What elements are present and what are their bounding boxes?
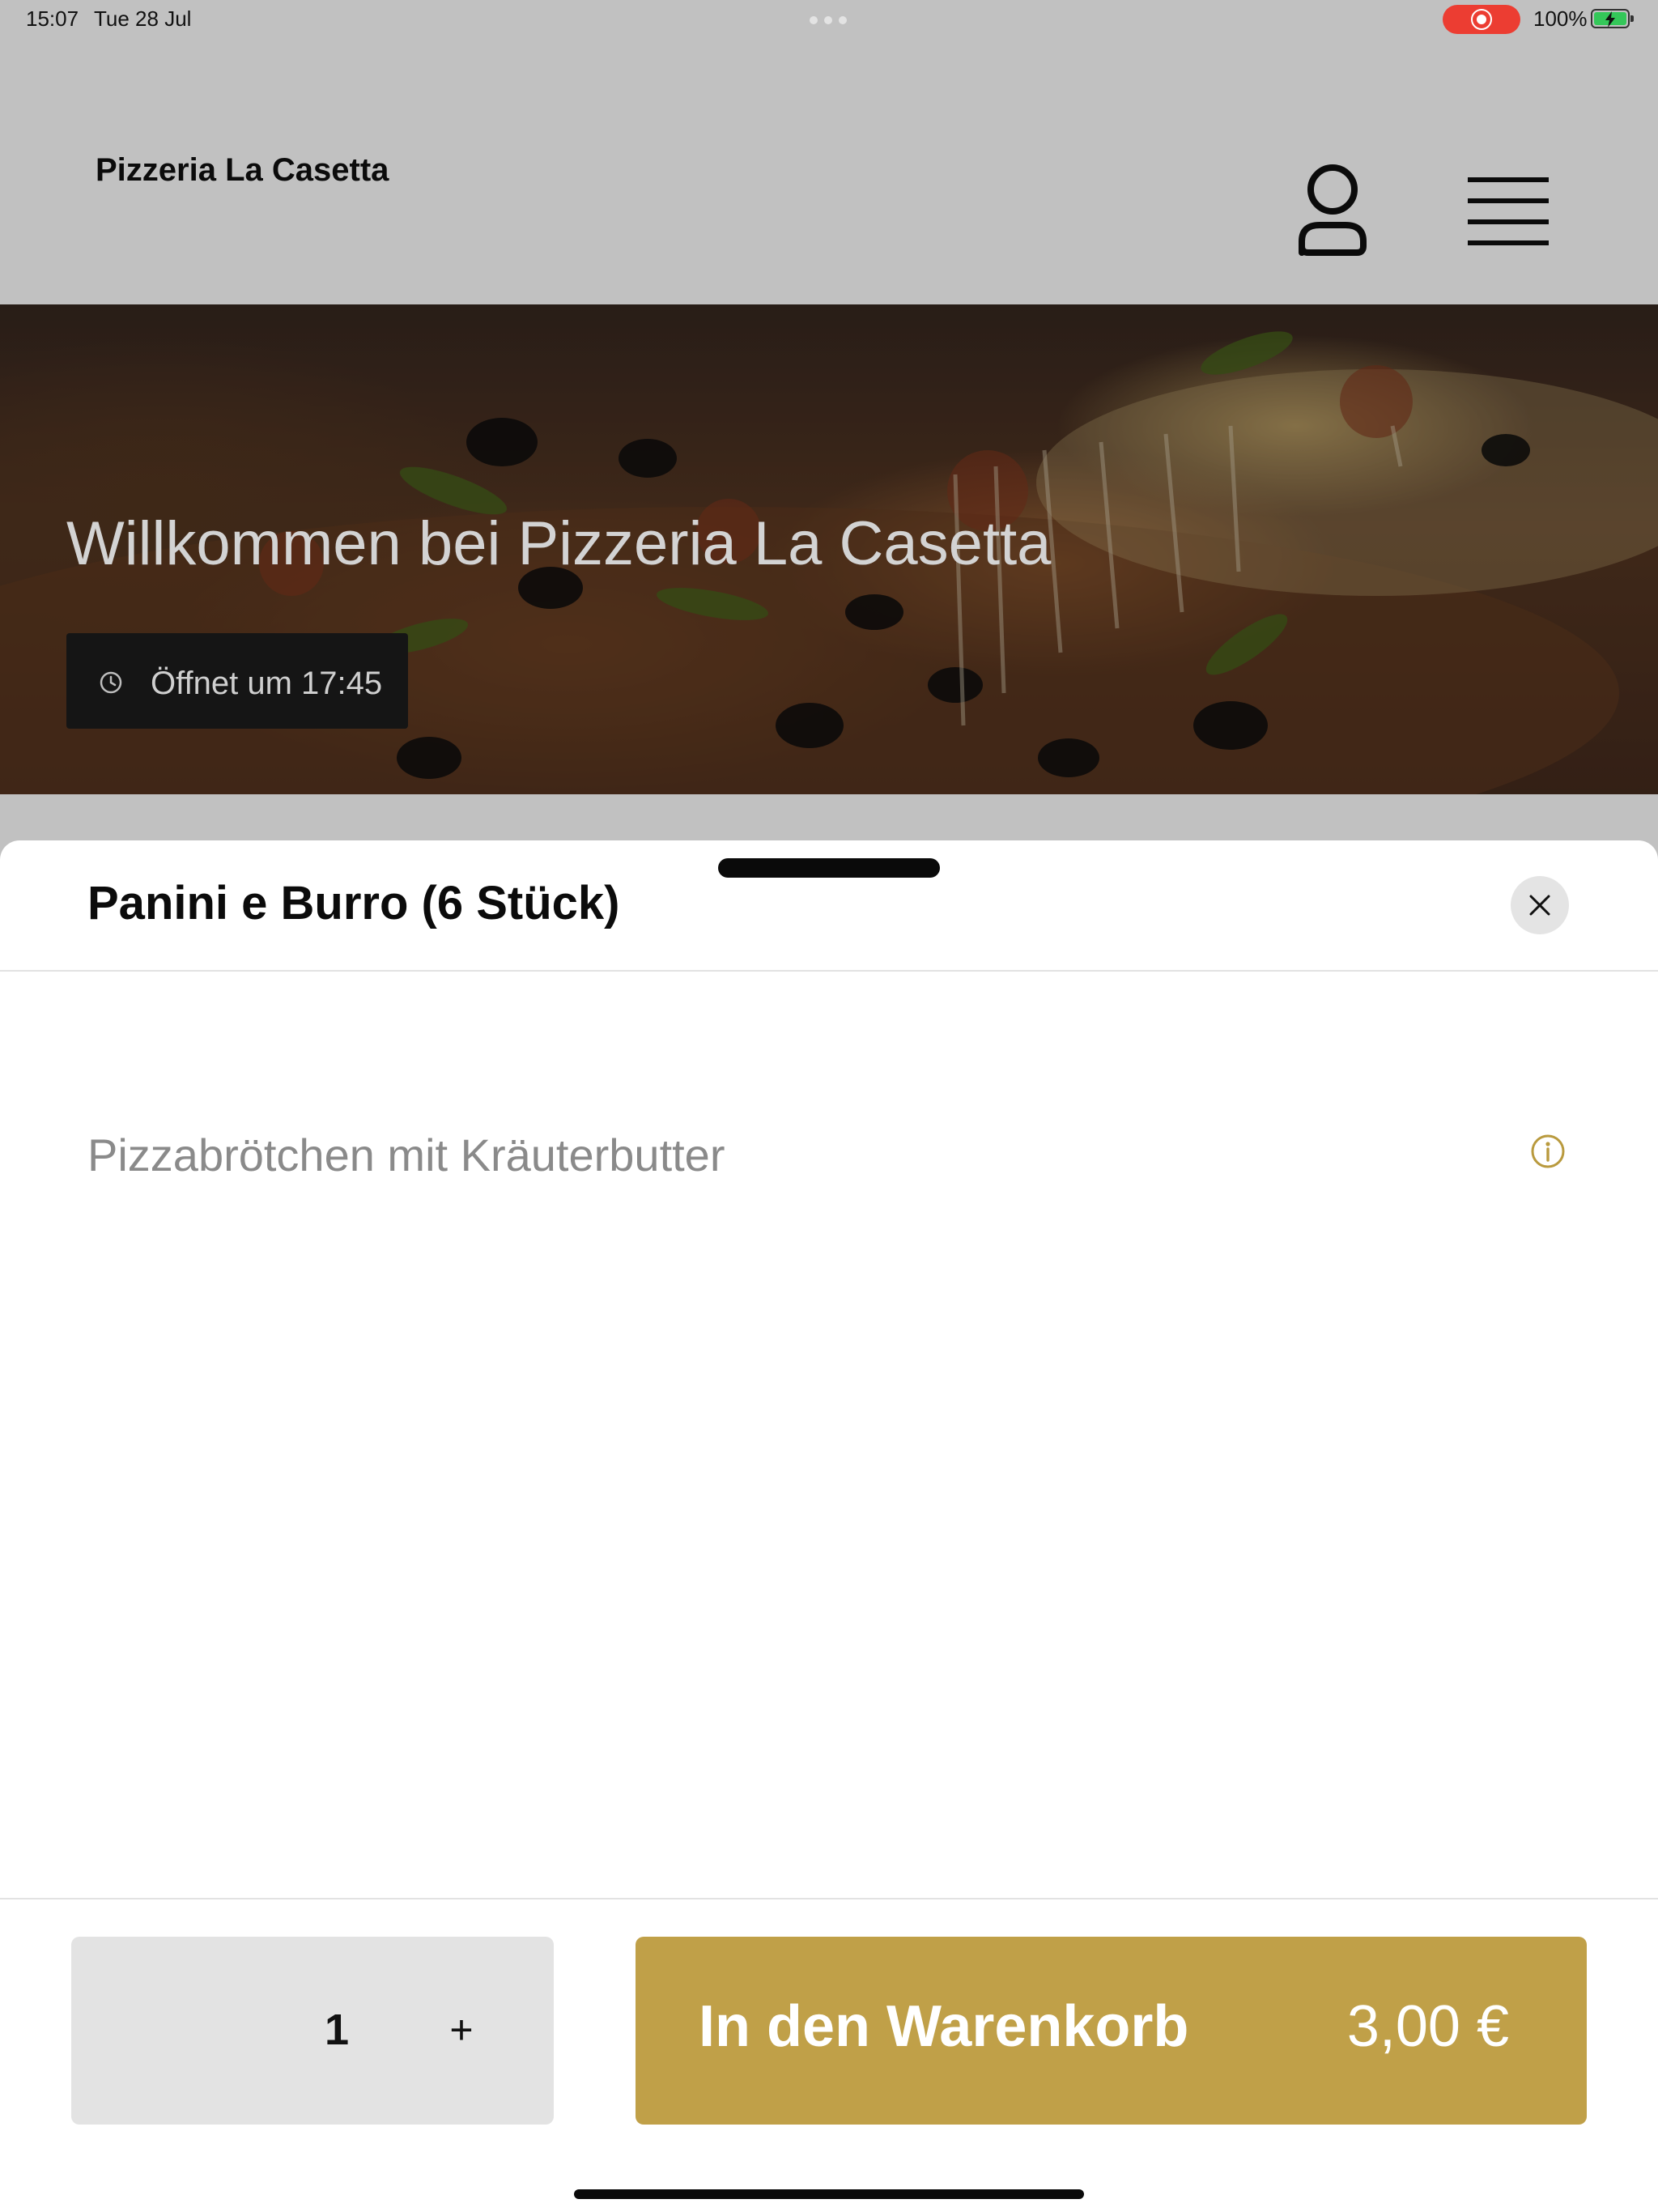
quantity-increase-button[interactable]: + <box>437 2006 486 2053</box>
add-to-cart-label: In den Warenkorb <box>699 1994 1189 2059</box>
sheet-grabber[interactable] <box>718 858 940 878</box>
opening-hours-badge: Öffnet um 17:45 <box>66 633 408 729</box>
quantity-value: 1 <box>324 2006 350 2054</box>
hero-banner: Willkommen bei Pizzeria La Casetta Öffne… <box>0 304 1658 794</box>
screen-record-icon[interactable] <box>1443 5 1520 34</box>
user-icon[interactable] <box>1292 162 1373 259</box>
hero-title: Willkommen bei Pizzeria La Casetta <box>66 509 1052 578</box>
brand-name[interactable]: Pizzeria La Casetta <box>96 152 389 189</box>
close-icon[interactable] <box>1511 876 1569 934</box>
product-description: Pizzabrötchen mit Kräuterbutter <box>87 1129 725 1180</box>
hamburger-menu-icon[interactable] <box>1465 175 1551 248</box>
product-title: Panini e Burro (6 Stück) <box>87 877 620 929</box>
quantity-stepper: 1 + <box>71 1937 554 2125</box>
clock-icon <box>99 670 123 699</box>
add-to-cart-button[interactable]: In den Warenkorb 3,00 € <box>636 1937 1587 2125</box>
opening-hours-text: Öffnet um 17:45 <box>151 666 383 701</box>
status-time: 15:07 <box>26 6 79 31</box>
product-price: 3,00 € <box>1346 1994 1509 2059</box>
status-date: Tue 28 Jul <box>94 6 192 31</box>
battery-percent: 100% <box>1533 6 1588 31</box>
footer-divider <box>0 1898 1658 1899</box>
status-bar: 15:07 Tue 28 Jul 100% <box>0 0 1658 39</box>
multitasking-dots-icon[interactable] <box>810 16 847 24</box>
product-bottom-sheet: Panini e Burro (6 Stück) Pizzabrötchen m… <box>0 840 1658 2212</box>
info-icon[interactable] <box>1530 1134 1566 1173</box>
app-header: Pizzeria La Casetta <box>0 39 1658 304</box>
sheet-header-divider <box>0 970 1658 972</box>
battery-charging-icon <box>1591 9 1634 28</box>
home-indicator[interactable] <box>574 2189 1084 2199</box>
